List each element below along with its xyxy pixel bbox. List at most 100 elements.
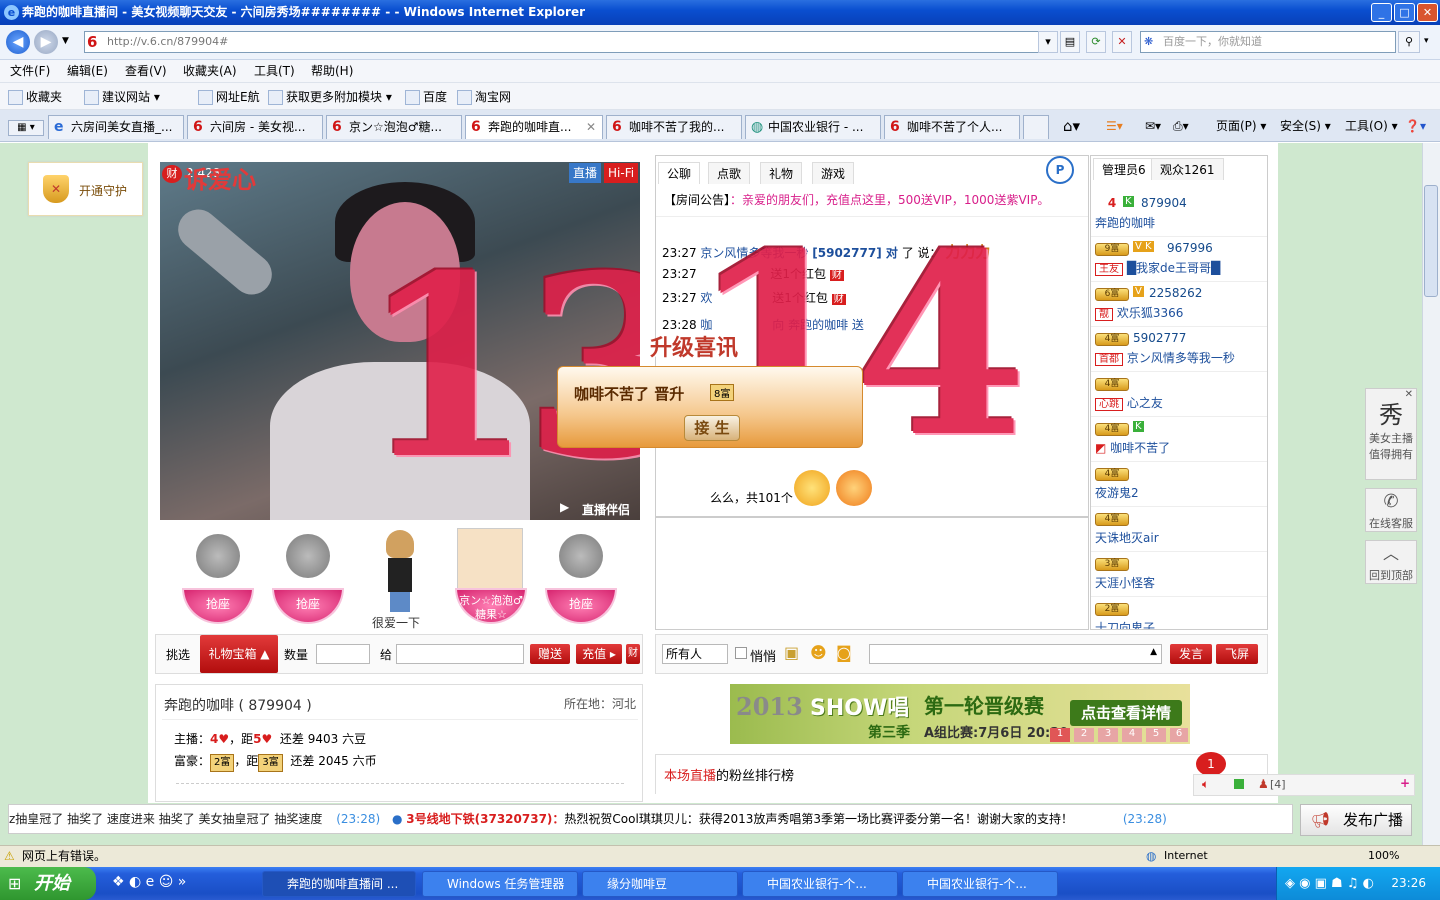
task-task-manager[interactable]: Windows 任务管理器 (422, 871, 578, 897)
banner-page-4[interactable]: 4 (1122, 728, 1142, 742)
tab-1[interactable]: e 六房间美女直播_... (48, 115, 184, 139)
menu-file[interactable]: 文件(F) (10, 63, 50, 79)
fav-baidu[interactable]: 百度 (405, 89, 447, 105)
warning-icon[interactable]: ⚠ (4, 846, 15, 866)
help-icon[interactable]: ❓▾ (1405, 118, 1426, 134)
menu-page[interactable]: 页面(P) ▾ (1216, 118, 1266, 134)
maximize-button[interactable]: □ (1394, 3, 1415, 22)
banner-page-6[interactable]: 6 (1170, 728, 1188, 742)
chat-history-icon[interactable]: ▲ (1150, 647, 1157, 657)
favorites-button[interactable]: 收藏夹 (8, 89, 62, 105)
tab-7[interactable]: 6 咖啡不苦了个人... (884, 115, 1020, 139)
menu-view[interactable]: 查看(V) (125, 63, 167, 79)
refresh-icon[interactable]: ⟳ (1086, 31, 1106, 53)
seat-3[interactable]: 很爱一下 (362, 530, 438, 630)
grab-seat-button[interactable]: 抢座 (182, 588, 254, 624)
zoom-level[interactable]: 100% (1368, 846, 1399, 866)
history-dropdown-icon[interactable]: ▼ (62, 36, 69, 46)
user-row[interactable]: 6富 V 2258262 靓 欢乐狐3366 (1091, 282, 1267, 327)
seat-1[interactable]: 抢座 (180, 530, 256, 630)
grab-seat-button[interactable]: 抢座 (272, 588, 344, 624)
tab-song-request[interactable]: 点歌 (708, 162, 751, 184)
publish-broadcast-button[interactable]: 📢︎ 发布广播 (1300, 804, 1412, 836)
congrats-button[interactable]: 接 生 (684, 415, 740, 441)
seat-2[interactable]: 抢座 (270, 530, 346, 630)
back-to-top-button[interactable]: ︿ 回到顶部 (1365, 540, 1417, 584)
task-folder[interactable]: 缘分咖啡豆 (582, 871, 738, 897)
quicklaunch-icons[interactable]: ❖ ◐ e ☺ » (112, 874, 186, 890)
compat-view-icon[interactable]: ▤ (1060, 31, 1080, 53)
gift-box-button[interactable]: 礼物宝箱 ▲ (200, 635, 278, 673)
fav-suggested-sites[interactable]: 建议网站 ▾ (84, 89, 160, 105)
banner-page-3[interactable]: 3 (1098, 728, 1118, 742)
live-video[interactable]: 1314 财 2,428 诉爱心 (160, 162, 640, 520)
promo-banner[interactable]: 2013 SHOW唱 第一轮晋级赛 第三季 A组比赛:7月6日 20:30 点击… (730, 684, 1190, 744)
feeds-icon[interactable]: ☰▾ (1106, 118, 1123, 134)
tab-5[interactable]: 6 咖啡不苦了我的... (606, 115, 742, 139)
fav-taobao[interactable]: 淘宝网 (457, 89, 511, 105)
tab-3[interactable]: 6 京ン☆泡泡♂糖... (326, 115, 462, 139)
fav-web-nav[interactable]: 网址E航 (198, 89, 260, 105)
menu-favorites[interactable]: 收藏夹(A) (183, 63, 237, 79)
menu-tools-cmd[interactable]: 工具(O) ▾ (1345, 118, 1398, 134)
user-row[interactable]: 3富 天涯小怪客 (1091, 552, 1267, 597)
send-button[interactable]: 发言 (1170, 644, 1212, 664)
tray-icons[interactable]: ◈ ◉ ▣ ☗ ♫ ◐ (1285, 867, 1374, 900)
online-service-button[interactable]: ✆ 在线客服 (1365, 488, 1417, 532)
ticker-user[interactable]: 3号线地下铁(37320737)： (406, 812, 564, 826)
anchor-promo-widget[interactable]: ✕ 秀 美女主播值得拥有 (1365, 388, 1417, 480)
quantity-input[interactable] (316, 644, 370, 664)
close-icon[interactable]: ✕ (1405, 389, 1413, 400)
expand-icon[interactable]: + (1400, 776, 1410, 790)
whisper-checkbox[interactable] (735, 647, 747, 659)
scrollbar-thumb[interactable] (1424, 185, 1438, 297)
tab-close-icon[interactable]: ✕ (586, 116, 596, 138)
status-error[interactable]: 网页上有错误。 (22, 846, 106, 866)
back-icon[interactable]: ◀ (6, 30, 30, 54)
emoji-icon[interactable]: ☻ (810, 643, 827, 662)
banner-page-5[interactable]: 5 (1146, 728, 1166, 742)
print-icon[interactable]: ⎙▾ (1173, 118, 1189, 134)
chat-input[interactable]: ▲ (869, 644, 1162, 664)
search-icon[interactable]: ⚲ (1398, 31, 1420, 53)
search-dropdown-icon[interactable]: ▾ (1424, 36, 1429, 46)
image-icon[interactable]: ▣ (784, 643, 799, 662)
task-chat-room[interactable]: 奔跑的咖啡直播间 ... (262, 871, 416, 897)
banner-page-2[interactable]: 2 (1074, 728, 1094, 742)
chat-target-select[interactable]: 所有人 (662, 644, 728, 664)
menu-safety[interactable]: 安全(S) ▾ (1280, 118, 1331, 134)
task-bank-1[interactable]: 中国农业银行-个... (742, 871, 898, 897)
seat-5[interactable]: 抢座 (543, 530, 619, 630)
close-button[interactable]: ✕ (1417, 3, 1438, 22)
tab-audience[interactable]: 观众1261 (1151, 158, 1224, 180)
user-row[interactable]: 4 K 879904 奔跑的咖啡 (1091, 192, 1267, 237)
recipient-input[interactable] (396, 644, 524, 664)
new-tab-button[interactable] (1023, 115, 1049, 139)
search-input[interactable]: ❋ 百度一下，你就知道 (1140, 31, 1396, 53)
user-row[interactable]: 4富 天诛地灭air (1091, 507, 1267, 552)
user-row[interactable]: 4富 K ◩ 咖啡不苦了 (1091, 417, 1267, 462)
tab-gifts[interactable]: 礼物 (760, 162, 803, 184)
tab-2[interactable]: 6 六间房 - 美女视... (187, 115, 323, 139)
seat-name[interactable]: 京ン☆泡泡♂糖果☆ (455, 588, 527, 624)
user-row[interactable]: 4富 5902777 首都 京ン风情多等我一秒 (1091, 327, 1267, 372)
home-icon[interactable]: ⌂▾ (1063, 118, 1080, 134)
fortune-badge[interactable]: 财 (626, 644, 640, 664)
user-row[interactable]: 9富 V K 967996 王友 █我家de王哥哥█ (1091, 237, 1267, 282)
recharge-button[interactable]: 充值 ▸ (576, 644, 622, 664)
tab-admins[interactable]: 管理员6 (1093, 158, 1155, 180)
minimize-button[interactable]: _ (1371, 3, 1392, 22)
stop-icon[interactable]: ✕ (1112, 31, 1132, 53)
banner-page-1[interactable]: 1 (1050, 728, 1070, 742)
address-dropdown-icon[interactable]: ▾ (1038, 31, 1058, 53)
menu-help[interactable]: 帮助(H) (311, 63, 353, 79)
fav-addons[interactable]: 获取更多附加模块 ▾ (268, 89, 392, 105)
quick-tabs-icon[interactable]: ▦ ▾ (8, 120, 44, 136)
user-row[interactable]: 4富 夜游鬼2 (1091, 462, 1267, 507)
vip-emoji-icon[interactable]: ◙ (836, 643, 852, 662)
seat-4[interactable]: 京ン☆泡泡♂糖果☆ (453, 528, 529, 630)
banner-details-button[interactable]: 点击查看详情 (1070, 700, 1182, 726)
address-input[interactable]: 6 http://v.6.cn/879904# (84, 31, 1056, 53)
fly-screen-button[interactable]: 飞屏 (1216, 644, 1258, 664)
mail-icon[interactable]: ✉▾ (1145, 118, 1161, 134)
